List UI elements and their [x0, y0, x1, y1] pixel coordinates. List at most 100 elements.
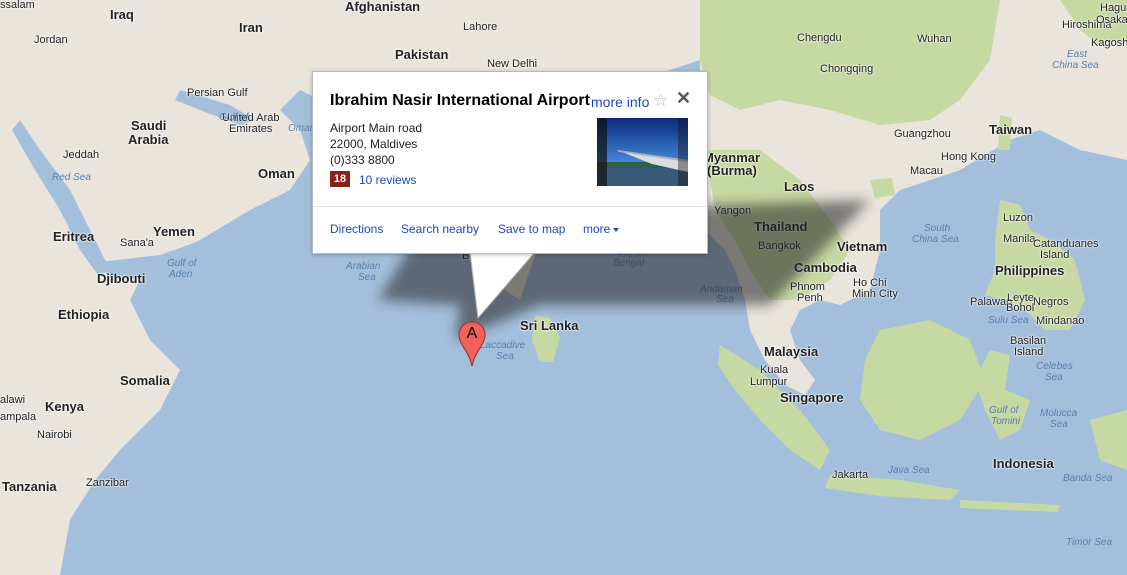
more-label: more [583, 222, 611, 236]
country-label: Yemen [153, 224, 195, 239]
city-label: Lahore [463, 21, 498, 33]
country-label: Philippines [995, 263, 1065, 278]
city-label: Kuala [760, 364, 789, 376]
city-label: Hague [1100, 2, 1127, 14]
star-icon[interactable]: ☆ [653, 91, 668, 111]
sea-label: Timor Sea [1066, 537, 1113, 548]
chevron-down-icon [613, 227, 620, 232]
reviews-link[interactable]: 10 reviews [359, 173, 416, 187]
more-dropdown[interactable]: more [583, 222, 620, 236]
airplane-wing-photo [597, 118, 688, 186]
sea-label: Molucca [1040, 408, 1078, 419]
city-label: Zanzibar [86, 477, 129, 489]
city-label: Lumpur [750, 376, 788, 388]
sea-label: Arabian [346, 261, 381, 272]
city-label: Wuhan [917, 33, 952, 45]
country-label: Eritrea [53, 229, 95, 244]
sea-label: Banda Sea [1063, 473, 1113, 484]
country-label: Sri Lanka [520, 318, 579, 333]
city-label: New Delhi [487, 58, 538, 70]
sea-label: Gulf of [167, 258, 197, 269]
city-label: Chongqing [820, 63, 874, 75]
marker-letter: A [466, 325, 478, 342]
country-label: Somalia [120, 373, 170, 388]
sea-label: Tomini [991, 416, 1021, 427]
city-label: Emirates [229, 123, 273, 135]
phone-number: (0)333 8800 [330, 153, 395, 167]
city-label: Chengdu [797, 32, 842, 44]
country-label: Vietnam [837, 239, 888, 254]
country-label: Iraq [110, 7, 134, 22]
country-label: Ethiopia [58, 307, 110, 322]
close-icon[interactable]: ✕ [676, 88, 691, 109]
country-label: Saudi [131, 118, 167, 133]
city-label: Negros [1033, 296, 1069, 308]
sea-label: South [924, 223, 951, 234]
sea-label: Red Sea [52, 172, 91, 183]
city-label: Mindanao [1036, 315, 1085, 327]
place-photo[interactable] [597, 118, 688, 186]
more-info-link[interactable]: more info [591, 94, 649, 110]
city-label: Penh [797, 292, 823, 304]
sea-label: Gulf of [989, 405, 1019, 416]
sea-label: Java Sea [888, 465, 930, 476]
sea-label: Sea [1045, 372, 1063, 383]
search-nearby-link[interactable]: Search nearby [401, 222, 479, 236]
city-label: Osaka [1096, 14, 1127, 26]
city-label: Bohol [1006, 302, 1035, 314]
country-label: Thailand [754, 219, 808, 234]
sea-label: Sulu Sea [988, 315, 1029, 326]
city-label: Minh City [852, 288, 898, 300]
city-label: Manila [1003, 233, 1036, 245]
city-label: Island [1040, 249, 1070, 261]
sea-label: East [1067, 49, 1088, 60]
city-label: Macau [910, 165, 944, 177]
city-label: Hong Kong [941, 151, 997, 163]
sea-label: Aden [169, 269, 193, 280]
directions-link[interactable]: Directions [330, 222, 383, 236]
country-label: Afghanistan [345, 0, 421, 14]
country-label: Iran [239, 20, 263, 35]
country-label: Arabia [128, 132, 169, 147]
sea-label: Sea [496, 351, 514, 362]
city-label: Persian Gulf [187, 87, 248, 99]
country-label: Tanzania [2, 479, 57, 494]
sea-label: Sea [358, 272, 376, 283]
info-window: Ibrahim Nasir International Airport more… [312, 71, 708, 254]
country-label: Djibouti [97, 271, 146, 286]
country-label: Singapore [780, 390, 844, 405]
sea-label: China Sea [912, 234, 959, 245]
sea-label: Sea [1050, 419, 1068, 430]
country-label: Pakistan [395, 47, 449, 62]
country-label: Oman [258, 166, 295, 181]
city-label: Jeddah [63, 149, 100, 161]
edge-label: ampala [0, 411, 37, 423]
country-label: Malaysia [764, 344, 819, 359]
address-line-1: Airport Main road [330, 121, 423, 135]
address-line-2: 22000, Maldives [330, 137, 418, 151]
city-label: Luzon [1003, 212, 1033, 224]
country-label: Laos [784, 179, 815, 194]
city-label: Jordan [34, 34, 68, 46]
sea-label: Sea [716, 294, 734, 305]
country-label: Taiwan [989, 122, 1033, 137]
save-to-map-link[interactable]: Save to map [498, 222, 565, 236]
map-marker-a[interactable]: A [458, 321, 486, 367]
sea-label: Laccadive [480, 340, 526, 351]
sea-label: Bengal [613, 258, 645, 269]
city-label: Guangzhou [894, 128, 951, 140]
city-label: Bangkok [758, 240, 801, 252]
city-label: Sana'a [120, 237, 154, 249]
country-label: Cambodia [794, 260, 857, 275]
city-label: Nairobi [37, 429, 72, 441]
place-title: Ibrahim Nasir International Airport [330, 92, 590, 109]
sea-label: Celebes [1036, 361, 1073, 372]
edge-label: ssalam [0, 0, 35, 11]
country-label: Indonesia [993, 456, 1054, 471]
sea-label: China Sea [1052, 60, 1099, 71]
city-label: Jakarta [832, 469, 869, 481]
city-label: Kagoshima [1091, 37, 1127, 49]
sea-label: Gulf of [219, 112, 249, 123]
rating-badge: 18 [330, 171, 350, 187]
edge-label: alawi [0, 394, 26, 406]
